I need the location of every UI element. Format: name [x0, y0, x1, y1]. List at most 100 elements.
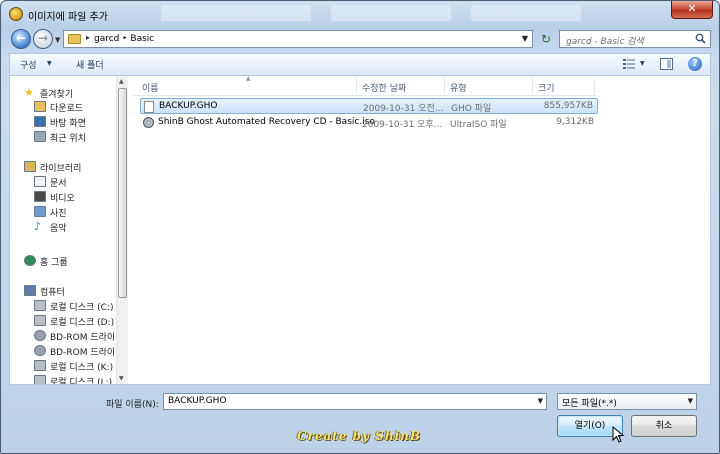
- chevron-down-icon[interactable]: ▼: [688, 397, 693, 405]
- sidebar-item-label: 문서: [50, 179, 67, 189]
- preview-pane-icon[interactable]: [660, 58, 673, 70]
- sidebar-item-label: 홈 그룹: [40, 258, 68, 268]
- column-header-type[interactable]: 유형: [450, 81, 467, 94]
- scrollbar-thumb[interactable]: [118, 88, 127, 298]
- disc-image-icon: [143, 117, 154, 128]
- watermark: Create by ShinB: [297, 429, 421, 443]
- sidebar-item-label: 로컬 디스크 (K:): [50, 363, 114, 373]
- navigation-pane[interactable]: 로컬 디스크 (L:) 로컬 디스크 (K:) BD-ROM 드라이 BD-ROM 드…: [10, 76, 128, 384]
- window-title: 이미지에 파일 추가: [28, 12, 108, 23]
- breadcrumb-chevron-icon[interactable]: ▸: [86, 33, 90, 42]
- optical-drive-icon: [34, 330, 46, 341]
- file-type: GHO 파일: [451, 104, 492, 114]
- sidebar-item-label: 최근 위치: [50, 134, 86, 144]
- file-date: 2009-10-31 오후...: [362, 120, 443, 130]
- dialog-window: 이미지에 파일 추가 ✕ ← → ▼ ▸ garcd ‣ Basic ▼ ↻ g…: [0, 0, 720, 454]
- back-button[interactable]: ←: [11, 29, 31, 49]
- column-divider[interactable]: [594, 78, 595, 94]
- filename-field[interactable]: BACKUP.GHO ▼: [163, 393, 547, 410]
- sidebar-item-label: 로컬 디스크 (D:): [50, 318, 115, 328]
- app-icon: [9, 7, 23, 21]
- computer-icon: [24, 285, 36, 296]
- sidebar-item-label: 즐겨찾기: [40, 90, 74, 100]
- filter-value: 모든 파일(*.*): [562, 399, 617, 409]
- change-view-icon[interactable]: [622, 58, 636, 70]
- column-divider[interactable]: [532, 78, 533, 94]
- column-divider[interactable]: [444, 78, 445, 94]
- local-disk-icon: [34, 375, 46, 384]
- forward-button[interactable]: →: [33, 29, 53, 49]
- search-placeholder: garcd - Basic 검색: [566, 37, 644, 47]
- new-folder-button[interactable]: 새 폴더: [76, 58, 104, 71]
- recent-places-icon: [34, 131, 46, 142]
- library-icon: [24, 161, 36, 172]
- filename-label: 파일 이름(N):: [106, 400, 159, 410]
- sidebar-item-label: 다운로드: [50, 104, 84, 114]
- address-bar[interactable]: ▸ garcd ‣ Basic ▼: [63, 30, 533, 48]
- file-row[interactable]: BACKUP.GHO 2009-10-31 오전... GHO 파일 855,9…: [140, 98, 598, 114]
- title-bar[interactable]: 이미지에 파일 추가 ✕: [1, 1, 719, 27]
- desktop-icon: [34, 116, 46, 127]
- address-dropdown-icon[interactable]: ▼: [522, 34, 528, 43]
- refresh-button[interactable]: ↻: [537, 31, 555, 48]
- column-divider[interactable]: [356, 78, 357, 94]
- chevron-down-icon[interactable]: ▼: [538, 397, 543, 405]
- documents-icon: [34, 176, 46, 187]
- scroll-up-icon[interactable]: ▲: [119, 78, 124, 85]
- star-icon: ★: [24, 86, 34, 99]
- file-date: 2009-10-31 오전...: [363, 104, 444, 114]
- content-area: 로컬 디스크 (L:) 로컬 디스크 (K:) BD-ROM 드라이 BD-ROM 드…: [9, 75, 711, 385]
- file-size: 855,957KB: [543, 101, 593, 111]
- cancel-button[interactable]: 취소: [631, 415, 697, 437]
- local-disk-icon: [34, 315, 46, 326]
- column-header-size[interactable]: 크기: [538, 81, 555, 94]
- column-header-row: 이름 ▲ 수정한 날짜 유형 크기: [132, 75, 596, 96]
- command-toolbar: 구성 ▼ 새 폴더 ▼ ?: [9, 53, 711, 75]
- local-disk-icon: [34, 300, 46, 311]
- homegroup-icon: [24, 255, 36, 266]
- sort-ascending-icon: ▲: [246, 75, 251, 82]
- music-icon: ♪: [34, 220, 42, 233]
- pictures-icon: [34, 206, 46, 217]
- sidebar-item-label: BD-ROM 드라이: [50, 348, 116, 358]
- close-button[interactable]: ✕: [671, 1, 713, 19]
- file-row[interactable]: ShinB Ghost Automated Recovery CD - Basi…: [140, 115, 598, 131]
- chevron-down-icon: ▼: [47, 60, 52, 67]
- scroll-down-icon[interactable]: ▼: [119, 375, 124, 382]
- sidebar-item-label: BD-ROM 드라이: [50, 333, 116, 343]
- view-dropdown-icon[interactable]: ▼: [640, 60, 645, 67]
- file-size: 9,312KB: [556, 117, 594, 127]
- file-name: ShinB Ghost Automated Recovery CD - Basi…: [158, 117, 375, 127]
- search-icon[interactable]: [695, 33, 706, 44]
- folder-icon: [68, 34, 81, 44]
- file-type: UltraISO 파일: [450, 120, 507, 130]
- download-folder-icon: [34, 101, 46, 112]
- background-window-ghost: [471, 5, 581, 21]
- sidebar-item-label: 사진: [50, 209, 67, 219]
- column-header-name[interactable]: 이름: [142, 81, 159, 94]
- organize-button[interactable]: 구성: [20, 58, 37, 71]
- navigation-bar: ← → ▼ ▸ garcd ‣ Basic ▼ ↻ garcd - Basic …: [1, 27, 719, 51]
- recent-pages-dropdown-icon[interactable]: ▼: [55, 36, 60, 44]
- help-icon[interactable]: ?: [688, 57, 702, 71]
- video-icon: [34, 191, 46, 202]
- navigation-scrollbar[interactable]: ▲ ▼: [116, 76, 128, 384]
- breadcrumb[interactable]: garcd ‣ Basic: [94, 34, 154, 44]
- sidebar-item-label: 바탕 화면: [50, 119, 86, 129]
- file-type-filter-select[interactable]: 모든 파일(*.*) ▼: [557, 393, 697, 410]
- column-header-date[interactable]: 수정한 날짜: [362, 81, 406, 94]
- document-icon: [144, 101, 154, 113]
- search-input[interactable]: garcd - Basic 검색: [559, 30, 711, 48]
- mouse-cursor-icon: [612, 426, 625, 443]
- optical-drive-icon: [34, 345, 46, 356]
- background-window-ghost: [331, 5, 451, 21]
- filename-value: BACKUP.GHO: [168, 396, 227, 406]
- local-disk-icon: [34, 360, 46, 371]
- sidebar-item-label: 로컬 디스크 (C:): [50, 303, 114, 313]
- file-list-pane[interactable]: 이름 ▲ 수정한 날짜 유형 크기 BACKUP.GHO 2009-10-31 …: [132, 75, 710, 384]
- background-window-ghost: [161, 5, 311, 21]
- sidebar-item-label: 로컬 디스크 (L:): [50, 378, 113, 384]
- sidebar-item-label: 컴퓨터: [40, 288, 65, 298]
- file-name: BACKUP.GHO: [159, 101, 218, 111]
- sidebar-item-label: 음악: [50, 224, 67, 234]
